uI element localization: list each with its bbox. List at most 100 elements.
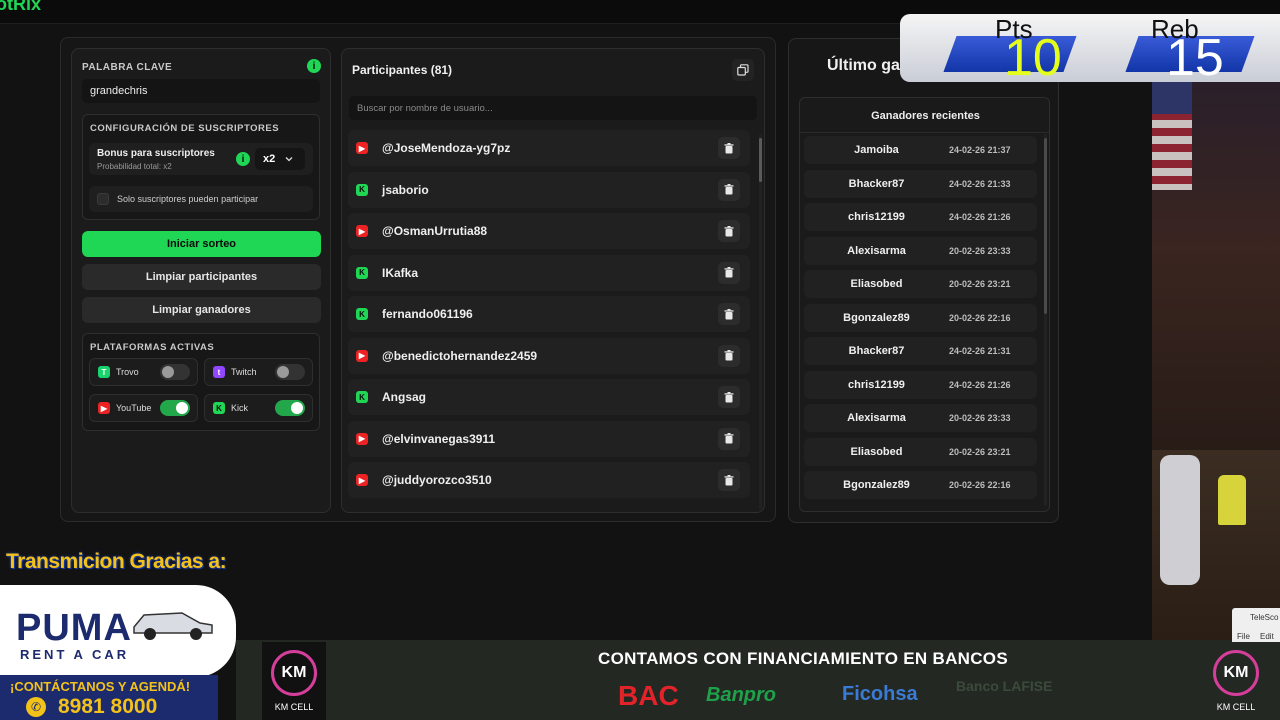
winners-scrollbar[interactable] [1044, 134, 1047, 506]
keyword-input[interactable]: grandechris [82, 79, 320, 103]
player-figure [1160, 455, 1200, 585]
bottom-banner: CONTAMOS CON FINANCIAMIENTO EN BANCOS BA… [236, 640, 1280, 720]
kick-icon: K [356, 308, 368, 320]
platform-twitch: t Twitch [204, 358, 313, 386]
participant-row[interactable]: K IKafka [348, 254, 750, 291]
winner-name: Jamoiba [854, 144, 899, 156]
winner-date: 24-02-26 21:26 [949, 212, 1011, 222]
platforms-label: PLATAFORMAS ACTIVAS [90, 342, 215, 353]
winners-list: Jamoiba 24-02-26 21:37 Bhacker87 24-02-26 2… [800, 98, 1049, 511]
bonus-select-value: x2 [263, 153, 276, 165]
chevron-down-icon [285, 157, 293, 162]
delete-participant-button[interactable] [718, 220, 740, 242]
clear-participants-button[interactable]: Limpiar participantes [82, 264, 321, 290]
participants-scrollbar[interactable] [759, 134, 762, 509]
kick-icon: K [213, 402, 225, 414]
car-icon [133, 612, 213, 640]
participants-panel: Participantes (81) Buscar por nombre de … [341, 48, 765, 513]
participant-row[interactable]: ▶ @elvinvanegas3911 [348, 420, 750, 457]
trash-icon [724, 433, 734, 444]
winner-date: 24-02-26 21:37 [949, 145, 1011, 155]
winner-date: 20-02-26 23:33 [949, 245, 1011, 256]
contact-text: ¡CONTÁCTANOS Y AGENDÁ! [10, 679, 191, 694]
mini-window-title: TeleSco [1250, 613, 1279, 622]
participant-row[interactable]: ▶ @OsmanUrrutia88 [348, 213, 750, 249]
winner-row: Bgonzalez89 20-02-26 22:16 [804, 303, 1037, 332]
km-cell-logo-left: KM KM CELL [262, 642, 326, 720]
clear-winners-button[interactable]: Limpiar ganadores [82, 297, 321, 323]
bank-lafise: Banco LAFISE [956, 678, 1053, 694]
participant-row[interactable]: ▶ @benedictohernandez2459 [348, 337, 750, 374]
km-label-left: KM CELL [274, 702, 314, 712]
winner-name: chris12199 [848, 378, 905, 391]
winner-date: 20-02-26 23:33 [949, 413, 1011, 423]
participant-row[interactable]: ▶ @juddyorozco3510 [348, 462, 750, 498]
platform-kick: K Kick [204, 394, 313, 422]
recent-winners-box: Ganadores recientes Jamoiba 24-02-26 21:3… [799, 97, 1050, 512]
scoreboard: Pts 10 Reb 15 [900, 14, 1280, 87]
winner-date: 24-02-26 21:31 [949, 346, 1011, 356]
winner-date: 24-02-26 21:33 [949, 178, 1011, 189]
bonus-select[interactable]: x2 [255, 148, 305, 170]
platform-trovo-label: Trovo [116, 367, 139, 377]
settings-panel: PALABRA CLAVE i grandechris CONFIGURACIÓ… [71, 48, 331, 513]
delete-participant-button[interactable] [718, 386, 740, 408]
platform-youtube-label: YouTube [116, 403, 152, 413]
delete-participant-button[interactable] [718, 303, 740, 325]
start-draw-button[interactable]: Iniciar sorteo [82, 231, 321, 257]
kick-toggle[interactable] [275, 400, 305, 416]
twitch-toggle[interactable] [275, 364, 305, 380]
km-label-right: KM CELL [1216, 702, 1256, 712]
bonus-title: Bonus para suscriptores [97, 148, 215, 159]
trash-icon [724, 225, 734, 236]
trovo-icon: T [98, 366, 110, 378]
km-logo-icon: KM [271, 650, 317, 696]
winner-row: Jamoiba 24-02-26 21:37 [804, 136, 1037, 164]
delete-participant-button[interactable] [718, 137, 740, 159]
last-winner-title: Último ga [827, 57, 900, 74]
pts-value: 10 [1004, 29, 1062, 87]
whatsapp-icon: ✆ [26, 697, 46, 717]
winner-row: Bhacker87 24-02-26 21:31 [804, 337, 1037, 365]
participant-row[interactable]: Kfernando061196 [348, 296, 750, 332]
km-logo-icon-right: KM [1213, 650, 1259, 696]
only-subs-row[interactable]: Solo suscriptores pueden participar [89, 186, 313, 212]
contact-box: ¡CONTÁCTANOS Y AGENDÁ! ✆ 8981 8000 [0, 675, 218, 720]
platform-kick-label: Kick [231, 403, 249, 413]
participant-row[interactable]: K Angsag [348, 379, 750, 415]
winner-date: 20-02-26 23:21 [949, 446, 1011, 457]
bonus-info-icon[interactable]: i [236, 152, 250, 166]
keyword-label: PALABRA CLAVE [82, 62, 173, 73]
trovo-toggle[interactable] [160, 364, 190, 380]
menu-file[interactable]: File [1237, 632, 1250, 641]
menu-edit[interactable]: Edit [1260, 632, 1274, 641]
youtube-icon: ▶ [356, 225, 368, 237]
info-icon[interactable]: i [307, 59, 321, 73]
youtube-icon: ▶ [356, 432, 368, 445]
participant-row[interactable]: Kjsaborio [348, 171, 750, 208]
winner-date: 24-02-26 21:26 [949, 379, 1011, 390]
delete-participant-button[interactable] [718, 261, 740, 284]
platform-youtube: ▶ YouTube [89, 394, 198, 422]
winner-name: Alexisarma [847, 244, 906, 257]
bonus-row: Bonus para suscriptores Probabilidad tot… [89, 143, 313, 175]
participant-row[interactable]: ▶ @JoseMendoza-yg7pz [348, 130, 750, 166]
youtube-toggle[interactable] [160, 400, 190, 416]
delete-participant-button[interactable] [718, 178, 740, 201]
youtube-icon: ▶ [356, 142, 368, 154]
winner-name: Bgonzalez89 [843, 311, 910, 324]
bank-banpro: Banpro [706, 684, 776, 706]
winner-row: Eliasobed 20-02-26 23:21 [804, 437, 1037, 466]
participants-list: ▶ @JoseMendoza-yg7pz Kjsaborio ▶ @OsmanUrrut… [342, 49, 764, 512]
sponsor-thanks: Transmicion Gracias a: [6, 550, 227, 573]
participant-name: @JoseMendoza-yg7pz [382, 141, 511, 155]
only-subs-checkbox[interactable] [97, 193, 109, 205]
participant-name: @OsmanUrrutia88 [382, 224, 488, 238]
delete-participant-button[interactable] [718, 427, 740, 450]
mini-window: TeleSco File Edit [1232, 608, 1280, 642]
trash-icon [724, 474, 734, 485]
delete-participant-button[interactable] [718, 469, 740, 491]
contact-phone: 8981 8000 [58, 695, 158, 718]
delete-participant-button[interactable] [718, 344, 740, 367]
kick-icon: K [356, 183, 368, 196]
